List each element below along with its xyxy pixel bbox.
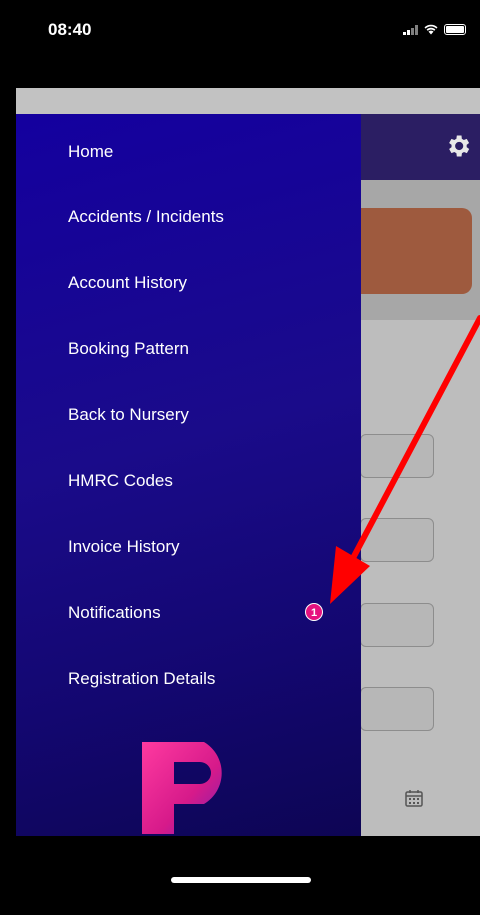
menu-item-accidents-incidents[interactable]: Accidents / Incidents (68, 207, 224, 227)
menu-item-back-to-nursery[interactable]: Back to Nursery (68, 405, 189, 425)
menu-item-registration-details[interactable]: Registration Details (68, 669, 215, 689)
calendar-icon[interactable] (405, 789, 423, 807)
menu-item-notifications[interactable]: Notifications (68, 603, 161, 623)
navigation-drawer: Home Accidents / Incidents Account Histo… (16, 114, 361, 836)
input-field[interactable] (360, 518, 434, 562)
gear-icon[interactable] (444, 132, 472, 160)
menu-item-account-history[interactable]: Account History (68, 273, 187, 293)
app-logo (142, 742, 222, 834)
wifi-icon (424, 24, 438, 35)
signal-icon (403, 24, 418, 35)
menu-item-home[interactable]: Home (68, 142, 113, 162)
menu-item-booking-pattern[interactable]: Booking Pattern (68, 339, 189, 359)
home-indicator (171, 877, 311, 883)
status-time: 08:40 (48, 20, 92, 39)
input-field[interactable] (360, 603, 434, 647)
battery-icon (444, 24, 466, 35)
menu-item-hmrc-codes[interactable]: HMRC Codes (68, 471, 173, 491)
phone-frame: 08:40 Home Accidents / Incidents Account… (0, 0, 480, 915)
screen-top-strip (16, 88, 480, 114)
notification-badge: 1 (305, 603, 323, 621)
input-field[interactable] (360, 687, 434, 731)
status-icons (403, 24, 466, 35)
menu-item-invoice-history[interactable]: Invoice History (68, 537, 179, 557)
input-field[interactable] (360, 434, 434, 478)
